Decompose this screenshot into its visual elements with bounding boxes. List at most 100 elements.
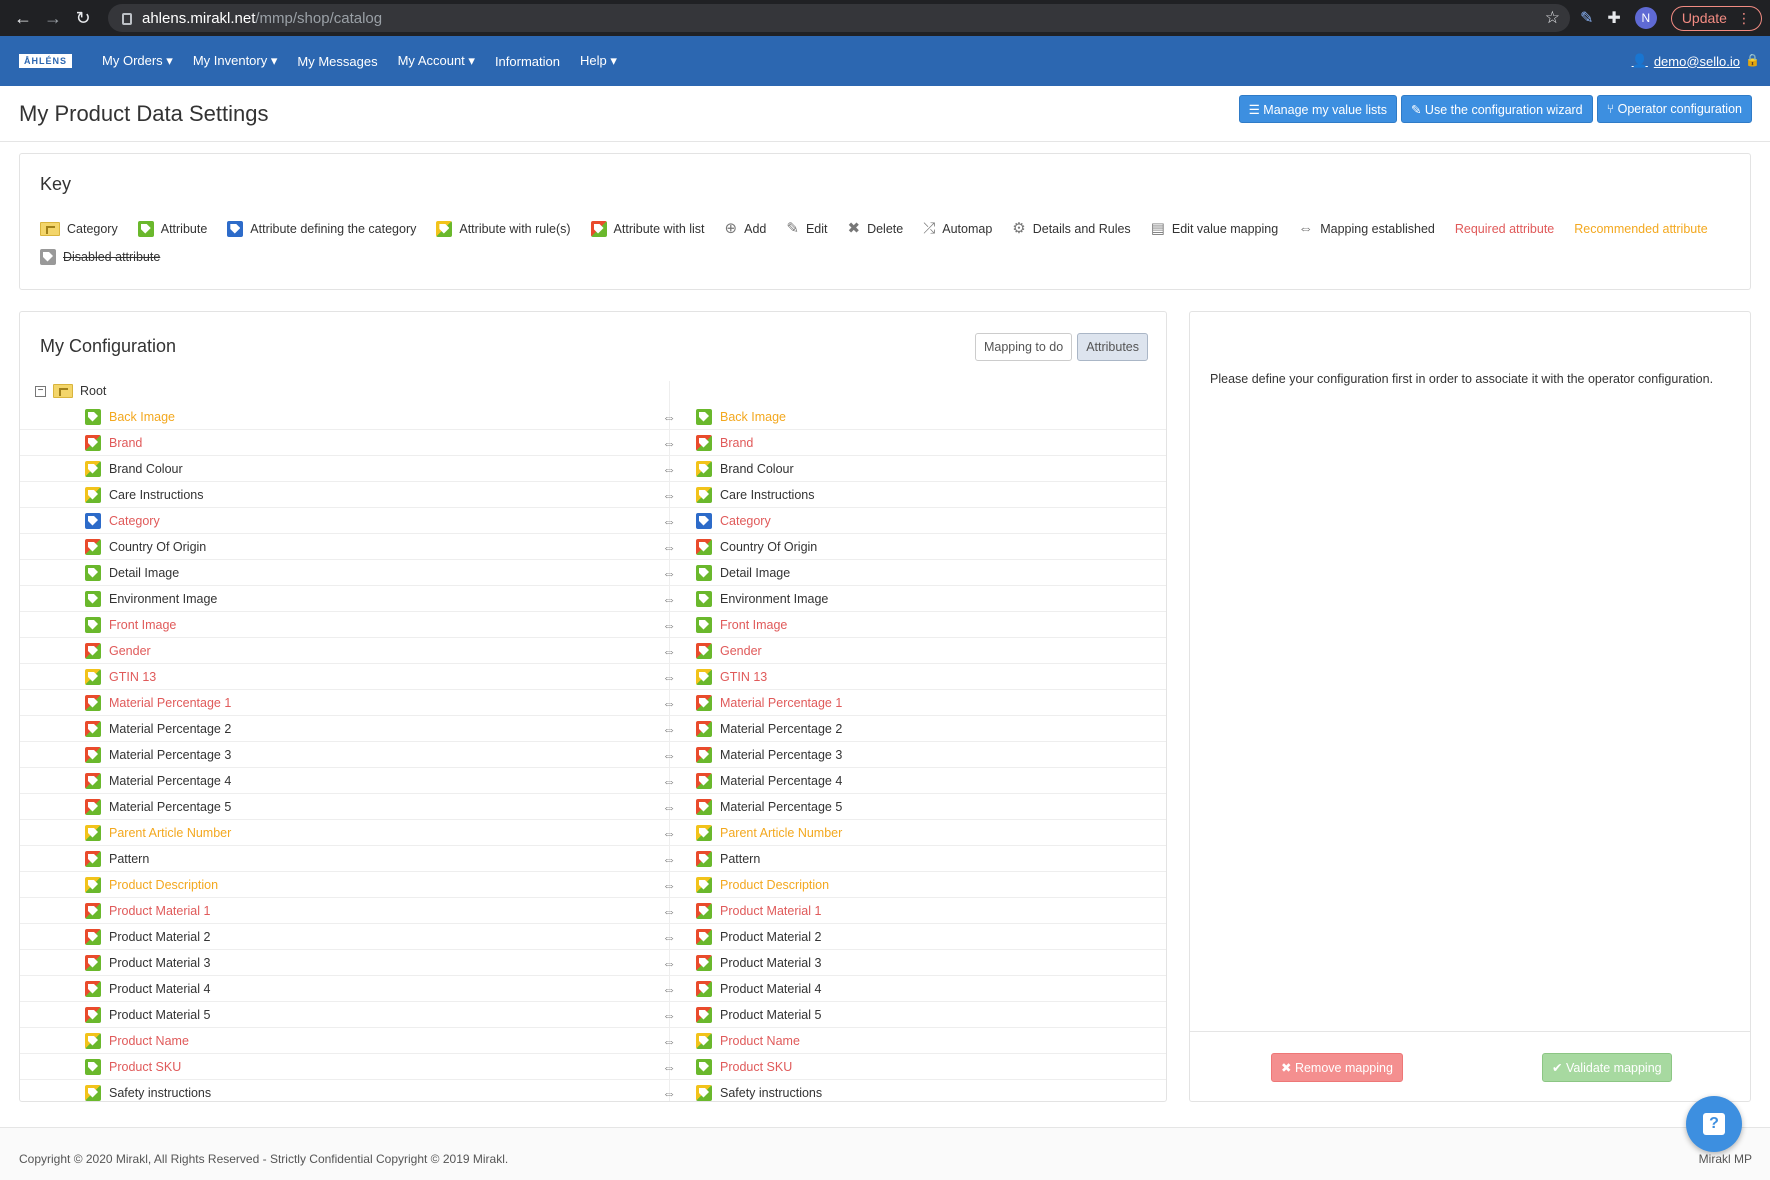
- mapping-arrow-icon[interactable]: ⇔: [662, 591, 676, 607]
- attribute-row[interactable]: Material Percentage 3 ⇔ Material Percentag…: [20, 742, 1166, 768]
- operator-attribute[interactable]: Material Percentage 4: [696, 772, 842, 789]
- operator-attribute[interactable]: Product Material 2: [696, 928, 821, 945]
- shop-attribute[interactable]: Detail Image: [85, 564, 179, 581]
- shop-attribute[interactable]: Product Name: [85, 1032, 189, 1049]
- attribute-row[interactable]: Brand Colour ⇔ Brand Colour: [20, 456, 1166, 482]
- operator-attribute[interactable]: Product Material 3: [696, 954, 821, 971]
- operator-attribute[interactable]: Country Of Origin: [696, 538, 817, 555]
- mapping-arrow-icon[interactable]: ⇔: [662, 955, 676, 971]
- ahlens-logo[interactable]: ÅHLÉNS: [19, 54, 73, 68]
- mapping-arrow-icon[interactable]: ⇔: [662, 1033, 676, 1049]
- shop-attribute[interactable]: Parent Article Number: [85, 824, 231, 841]
- shop-attribute[interactable]: Product Description: [85, 876, 218, 893]
- attribute-row[interactable]: Product Material 3 ⇔ Product Material 3: [20, 950, 1166, 976]
- mapping-arrow-icon[interactable]: ⇔: [662, 981, 676, 997]
- operator-attribute[interactable]: Safety instructions: [696, 1084, 822, 1101]
- operator-attribute[interactable]: Product Material 4: [696, 980, 821, 997]
- profile-avatar[interactable]: N: [1634, 7, 1657, 29]
- reload-icon[interactable]: ↻: [68, 8, 98, 29]
- operator-attribute[interactable]: Front Image: [696, 616, 787, 633]
- operator-attribute[interactable]: Parent Article Number: [696, 824, 842, 841]
- operator-attribute[interactable]: Detail Image: [696, 564, 790, 581]
- menu-my-account[interactable]: My Account ▾: [398, 53, 475, 69]
- shop-attribute[interactable]: Category: [85, 512, 160, 529]
- operator-attribute[interactable]: Product Name: [696, 1032, 800, 1049]
- mapping-arrow-icon[interactable]: ⇔: [662, 799, 676, 815]
- attribute-row[interactable]: Material Percentage 4 ⇔ Material Percentag…: [20, 768, 1166, 794]
- attribute-row[interactable]: Material Percentage 2 ⇔ Material Percentag…: [20, 716, 1166, 742]
- attribute-row[interactable]: GTIN 13 ⇔ GTIN 13: [20, 664, 1166, 690]
- user-account-link[interactable]: 👤 demo@sello.io: [1632, 53, 1740, 69]
- operator-attribute[interactable]: Pattern: [696, 850, 760, 867]
- mapping-to-do-tab[interactable]: Mapping to do: [974, 333, 1073, 361]
- attribute-row[interactable]: Product Material 1 ⇔ Product Material 1: [20, 898, 1166, 924]
- operator-attribute[interactable]: Material Percentage 5: [696, 798, 842, 815]
- operator-attribute[interactable]: Material Percentage 1: [696, 694, 842, 711]
- attribute-row[interactable]: Material Percentage 5 ⇔ Material Percentag…: [20, 794, 1166, 820]
- operator-attribute[interactable]: Product Description: [696, 876, 829, 893]
- menu-my-inventory[interactable]: My Inventory ▾: [193, 53, 278, 69]
- attribute-row[interactable]: Back Image ⇔ Back Image: [20, 404, 1166, 430]
- mapping-arrow-icon[interactable]: ⇔: [662, 617, 676, 633]
- attribute-row[interactable]: Material Percentage 1 ⇔ Material Percentag…: [20, 690, 1166, 716]
- mapping-arrow-icon[interactable]: ⇔: [662, 929, 676, 945]
- attribute-row[interactable]: Pattern ⇔ Pattern: [20, 846, 1166, 872]
- operator-configuration-button[interactable]: ⑂ Operator configuration: [1596, 95, 1752, 123]
- operator-attribute[interactable]: Product SKU: [696, 1058, 792, 1075]
- manage-value-lists-button[interactable]: ☰ Manage my value lists: [1238, 95, 1397, 123]
- shop-attribute[interactable]: Material Percentage 3: [85, 746, 231, 763]
- mapping-arrow-icon[interactable]: ⇔: [662, 1085, 676, 1101]
- collapse-icon[interactable]: −: [35, 385, 46, 397]
- operator-attribute[interactable]: Back Image: [696, 408, 786, 425]
- attribute-row[interactable]: Parent Article Number ⇔ Parent Article Num…: [20, 820, 1166, 846]
- operator-attribute[interactable]: Product Material 1: [696, 902, 821, 919]
- attribute-row[interactable]: Gender ⇔ Gender: [20, 638, 1166, 664]
- tree-root[interactable]: − Root: [20, 378, 1166, 404]
- attribute-row[interactable]: Product SKU ⇔ Product SKU: [20, 1054, 1166, 1080]
- operator-attribute[interactable]: Gender: [696, 642, 762, 659]
- mapping-arrow-icon[interactable]: ⇔: [662, 903, 676, 919]
- shop-attribute[interactable]: Pattern: [85, 850, 149, 867]
- mapping-arrow-icon[interactable]: ⇔: [662, 773, 676, 789]
- attribute-row[interactable]: Front Image ⇔ Front Image: [20, 612, 1166, 638]
- shop-attribute[interactable]: Brand Colour: [85, 460, 183, 477]
- mapping-arrow-icon[interactable]: ⇔: [662, 513, 676, 529]
- remove-mapping-button[interactable]: ✖ Remove mapping: [1271, 1053, 1403, 1082]
- extension-icon[interactable]: ✎: [1580, 8, 1593, 28]
- attribute-row[interactable]: Product Material 5 ⇔ Product Material 5: [20, 1002, 1166, 1028]
- mapping-arrow-icon[interactable]: ⇔: [662, 539, 676, 555]
- configuration-wizard-button[interactable]: ✎ Use the configuration wizard: [1400, 95, 1593, 123]
- mapping-arrow-icon[interactable]: ⇔: [662, 851, 676, 867]
- forward-icon[interactable]: →: [38, 8, 68, 29]
- attribute-row[interactable]: Product Description ⇔ Product Description: [20, 872, 1166, 898]
- attribute-row[interactable]: Category ⇔ Category: [20, 508, 1166, 534]
- shop-attribute[interactable]: Product Material 3: [85, 954, 210, 971]
- operator-attribute[interactable]: Material Percentage 2: [696, 720, 842, 737]
- shop-attribute[interactable]: GTIN 13: [85, 668, 156, 685]
- operator-attribute[interactable]: Environment Image: [696, 590, 828, 607]
- operator-attribute[interactable]: Product Material 5: [696, 1006, 821, 1023]
- mapping-arrow-icon[interactable]: ⇔: [662, 565, 676, 581]
- shop-attribute[interactable]: Care Instructions: [85, 486, 203, 503]
- shop-attribute[interactable]: Product Material 1: [85, 902, 210, 919]
- attribute-row[interactable]: Product Material 4 ⇔ Product Material 4: [20, 976, 1166, 1002]
- mapping-arrow-icon[interactable]: ⇔: [662, 747, 676, 763]
- mapping-arrow-icon[interactable]: ⇔: [662, 461, 676, 477]
- shop-attribute[interactable]: Product Material 5: [85, 1006, 210, 1023]
- attribute-row[interactable]: Country Of Origin ⇔ Country Of Origin: [20, 534, 1166, 560]
- mapping-arrow-icon[interactable]: ⇔: [662, 825, 676, 841]
- shop-attribute[interactable]: Product Material 4: [85, 980, 210, 997]
- shop-attribute[interactable]: Material Percentage 5: [85, 798, 231, 815]
- menu-my-messages[interactable]: My Messages: [297, 54, 377, 69]
- mapping-arrow-icon[interactable]: ⇔: [662, 1059, 676, 1075]
- shop-attribute[interactable]: Brand: [85, 434, 142, 451]
- help-button[interactable]: ?: [1686, 1096, 1742, 1152]
- back-icon[interactable]: ←: [8, 8, 38, 29]
- operator-attribute[interactable]: Brand: [696, 434, 753, 451]
- shop-attribute[interactable]: Country Of Origin: [85, 538, 206, 555]
- menu-my-orders[interactable]: My Orders ▾: [102, 53, 173, 69]
- shop-attribute[interactable]: Front Image: [85, 616, 176, 633]
- shop-attribute[interactable]: Material Percentage 1: [85, 694, 231, 711]
- mapping-arrow-icon[interactable]: ⇔: [662, 877, 676, 893]
- operator-attribute[interactable]: Brand Colour: [696, 460, 794, 477]
